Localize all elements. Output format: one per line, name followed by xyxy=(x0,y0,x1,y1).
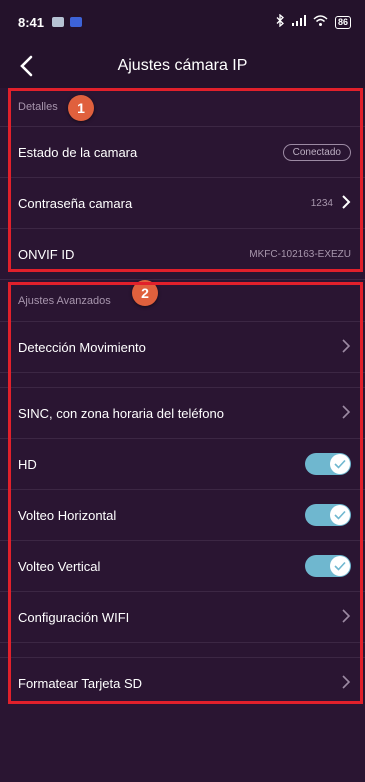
chevron-right-icon xyxy=(341,404,351,422)
battery-icon: 86 xyxy=(334,15,351,29)
row-label: Formatear Tarjeta SD xyxy=(18,675,143,691)
camera-password-row[interactable]: Contraseña camara 1234 xyxy=(0,177,365,228)
row-separator xyxy=(0,372,365,387)
page-title: Ajustes cámara IP xyxy=(117,57,248,74)
wifi-icon xyxy=(313,15,328,29)
chevron-right-icon xyxy=(341,194,351,212)
password-value: 1234 xyxy=(310,197,333,209)
flip-horizontal-toggle[interactable] xyxy=(305,504,351,526)
row-label: SINC, con zona horaria del teléfono xyxy=(18,405,224,421)
chevron-right-icon xyxy=(341,674,351,692)
row-label: HD xyxy=(18,456,37,472)
wifi-config-row[interactable]: Configuración WIFI xyxy=(0,591,365,642)
onvif-id-value: MKFC-102163-EXEZU xyxy=(249,248,351,260)
app-icon xyxy=(70,17,83,27)
section-header-detalles: Detalles 1 xyxy=(0,88,365,126)
row-label: ONVIF ID xyxy=(18,246,75,262)
row-label: Configuración WIFI xyxy=(18,609,130,625)
status-time: 8:41 xyxy=(18,14,45,30)
section-title: Ajustes Avanzados xyxy=(18,294,111,307)
motion-detection-row[interactable]: Detección Movimiento xyxy=(0,321,365,372)
camera-status-row: Estado de la camara Conectado xyxy=(0,126,365,177)
row-label: Estado de la camara xyxy=(18,144,138,160)
row-separator xyxy=(0,642,365,657)
status-badge: Conectado xyxy=(282,143,351,161)
flip-horizontal-row: Volteo Horizontal xyxy=(0,489,365,540)
row-label: Volteo Horizontal xyxy=(18,507,117,523)
check-icon xyxy=(330,505,350,525)
status-bar: 8:41 86 xyxy=(0,0,365,44)
hd-row: HD xyxy=(0,438,365,489)
back-arrow-icon[interactable] xyxy=(14,52,42,80)
section-header-ajustes-avanzados: Ajustes Avanzados 2 xyxy=(0,279,365,321)
check-icon xyxy=(330,454,350,474)
row-label: Contraseña camara xyxy=(18,195,133,211)
onvif-id-row: ONVIF ID MKFC-102163-EXEZU xyxy=(0,228,365,279)
nav-bar: Ajustes cámara IP xyxy=(0,44,365,88)
section-title: Detalles xyxy=(18,101,58,113)
flip-vertical-row: Volteo Vertical xyxy=(0,540,365,591)
bluetooth-icon xyxy=(276,13,285,30)
app-notification-icon xyxy=(52,17,65,27)
check-icon xyxy=(330,556,350,576)
timezone-sync-row[interactable]: SINC, con zona horaria del teléfono xyxy=(0,387,365,438)
format-sd-row[interactable]: Formatear Tarjeta SD xyxy=(0,657,365,708)
hd-toggle[interactable] xyxy=(305,453,351,475)
chevron-right-icon xyxy=(341,608,351,626)
settings-list: Detalles 1 Estado de la camara Conectado… xyxy=(0,88,365,708)
row-label: Detección Movimiento xyxy=(18,339,146,355)
row-label: Volteo Vertical xyxy=(18,558,101,574)
step-badge-2: 2 xyxy=(132,280,158,306)
signal-icon xyxy=(291,15,306,29)
step-badge-1: 1 xyxy=(68,95,94,121)
chevron-right-icon xyxy=(341,338,351,356)
flip-vertical-toggle[interactable] xyxy=(305,555,351,577)
